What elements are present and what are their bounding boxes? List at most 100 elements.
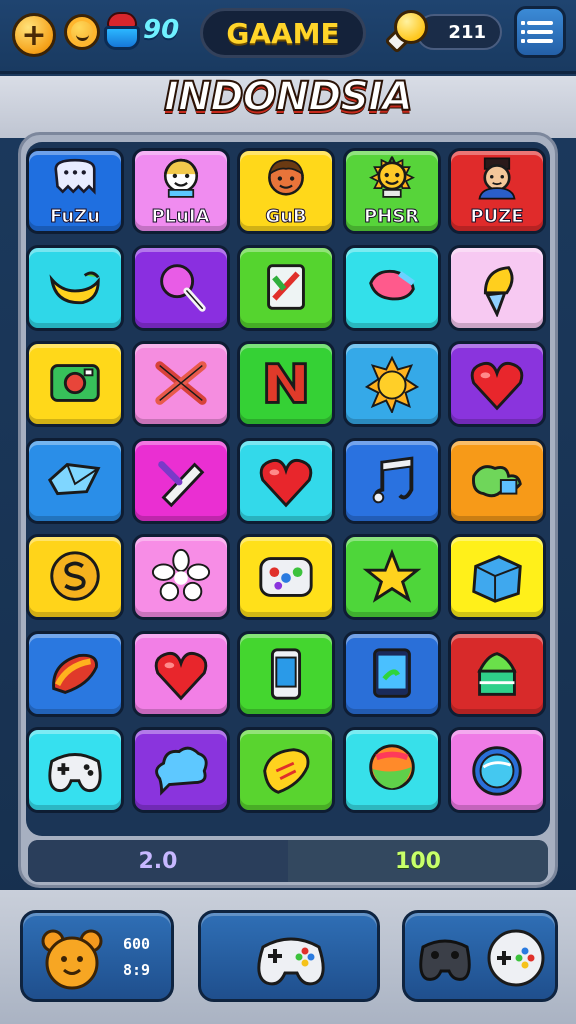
stat-bottom: 8:9 [123, 961, 151, 979]
tile-candy[interactable] [342, 244, 441, 331]
tile-star[interactable] [342, 534, 441, 620]
tile-notebook[interactable] [237, 244, 335, 331]
camera-icon [50, 364, 100, 402]
tile-heart[interactable] [131, 630, 230, 717]
gem-count: 90 [143, 15, 180, 45]
tile-cube[interactable] [26, 437, 124, 524]
level-title: INDONDSIA [163, 73, 414, 121]
tile-cloud[interactable] [131, 727, 230, 813]
tile-smiley-face[interactable]: PLuIA [131, 148, 230, 234]
tile-music-note[interactable] [342, 437, 441, 524]
tile-man-face[interactable]: PUZE [448, 148, 546, 234]
heart-icon [470, 361, 524, 411]
gamepad-icon [257, 937, 325, 986]
tile-cake[interactable] [448, 630, 546, 717]
letter-s-icon [50, 551, 100, 601]
boy-face-icon [268, 159, 304, 196]
tile-crossed-sticks[interactable] [131, 341, 230, 427]
puzzle-icon [472, 464, 522, 497]
tile-phone[interactable] [237, 630, 335, 717]
score-left: 2.0 [28, 840, 288, 882]
letter-n-icon [265, 362, 307, 404]
crayon-icon [157, 460, 204, 507]
bottom-controls: 600 8:9 [0, 890, 576, 1024]
flower-icon [151, 548, 210, 602]
tile-label: FuZu [49, 206, 101, 228]
star-icon [362, 548, 421, 603]
phone-icon [270, 647, 302, 700]
tile-label: GuB [265, 206, 307, 228]
profile-button[interactable]: 600 8:9 [20, 910, 174, 1002]
tile-planet[interactable] [448, 727, 546, 813]
ice-cream-icon [483, 265, 514, 317]
balloon-icon [368, 744, 415, 790]
music-note-icon [372, 456, 413, 503]
cake-icon [477, 651, 517, 696]
tile-card[interactable] [342, 630, 441, 717]
tile-puzzle[interactable] [448, 437, 546, 524]
ghost-icon [54, 158, 96, 195]
tile-sun[interactable] [342, 341, 441, 427]
smiley-face-icon [163, 158, 198, 198]
tile-lollipop[interactable] [131, 244, 230, 331]
banana-icon [49, 271, 100, 304]
tile-label: PUZE [470, 206, 524, 228]
planet-icon [472, 746, 522, 796]
gem-cup-icon [104, 12, 140, 50]
tile-camera[interactable] [26, 341, 124, 427]
tile-letter-n[interactable] [237, 341, 335, 427]
coin-icon [384, 10, 430, 54]
tile-letter-s[interactable] [26, 534, 124, 620]
sun-face-icon [368, 156, 415, 198]
cube-icon [47, 462, 101, 495]
tile-label: PLuIA [151, 206, 210, 228]
tile-label: PHSR [363, 206, 420, 228]
tile-palette[interactable] [237, 534, 335, 620]
box-icon [472, 555, 522, 603]
heart-icon [154, 651, 207, 700]
score-bar: 2.0 100 [28, 840, 548, 882]
stat-top: 600 [123, 935, 151, 953]
palette-icon [259, 557, 313, 597]
tile-ghost[interactable]: FuZu [26, 148, 124, 234]
sun-face-icon [64, 14, 100, 50]
plus-label: + [21, 17, 47, 53]
menu-button[interactable] [514, 6, 566, 58]
tile-fan[interactable] [26, 630, 124, 717]
tile-box[interactable] [448, 534, 546, 620]
card-icon [372, 647, 411, 698]
round-gamepad-icon [487, 929, 545, 987]
game-title: GAAME [200, 8, 366, 58]
tile-balloon[interactable] [342, 727, 441, 813]
heart-icon [259, 458, 313, 507]
sun-icon [364, 355, 419, 413]
candy-icon [368, 269, 415, 300]
top-bar: + 90 GAAME 211 [0, 0, 576, 74]
tile-gamepad[interactable] [26, 727, 124, 813]
tile-crayon[interactable] [131, 437, 230, 524]
notebook-icon [267, 263, 305, 310]
add-button[interactable]: + [12, 13, 56, 57]
controllers-button[interactable] [402, 910, 558, 1002]
tile-pick[interactable] [237, 727, 335, 813]
gamepad-icon [48, 753, 102, 793]
pick-icon [263, 748, 310, 794]
tile-flower[interactable] [131, 534, 230, 620]
tile-heart[interactable] [448, 341, 546, 427]
bear-icon [41, 929, 103, 990]
crossed-sticks-icon [154, 361, 207, 405]
fan-icon [52, 653, 98, 694]
cloud-icon [154, 746, 208, 796]
tile-sun-face[interactable]: PHSR [342, 148, 441, 234]
tile-banana[interactable] [26, 244, 124, 331]
tile-heart[interactable] [237, 437, 335, 524]
man-face-icon [478, 157, 516, 200]
dark-gamepad-icon [419, 939, 471, 981]
play-button[interactable] [198, 910, 380, 1002]
game-board: FuZu PLuIA GuB PHSR PUZE [26, 142, 550, 836]
score-right: 100 [288, 840, 548, 882]
tile-ice-cream[interactable] [448, 244, 546, 331]
lollipop-icon [159, 263, 206, 312]
tile-boy-face[interactable]: GuB [237, 148, 335, 234]
menu-icon [521, 21, 553, 25]
